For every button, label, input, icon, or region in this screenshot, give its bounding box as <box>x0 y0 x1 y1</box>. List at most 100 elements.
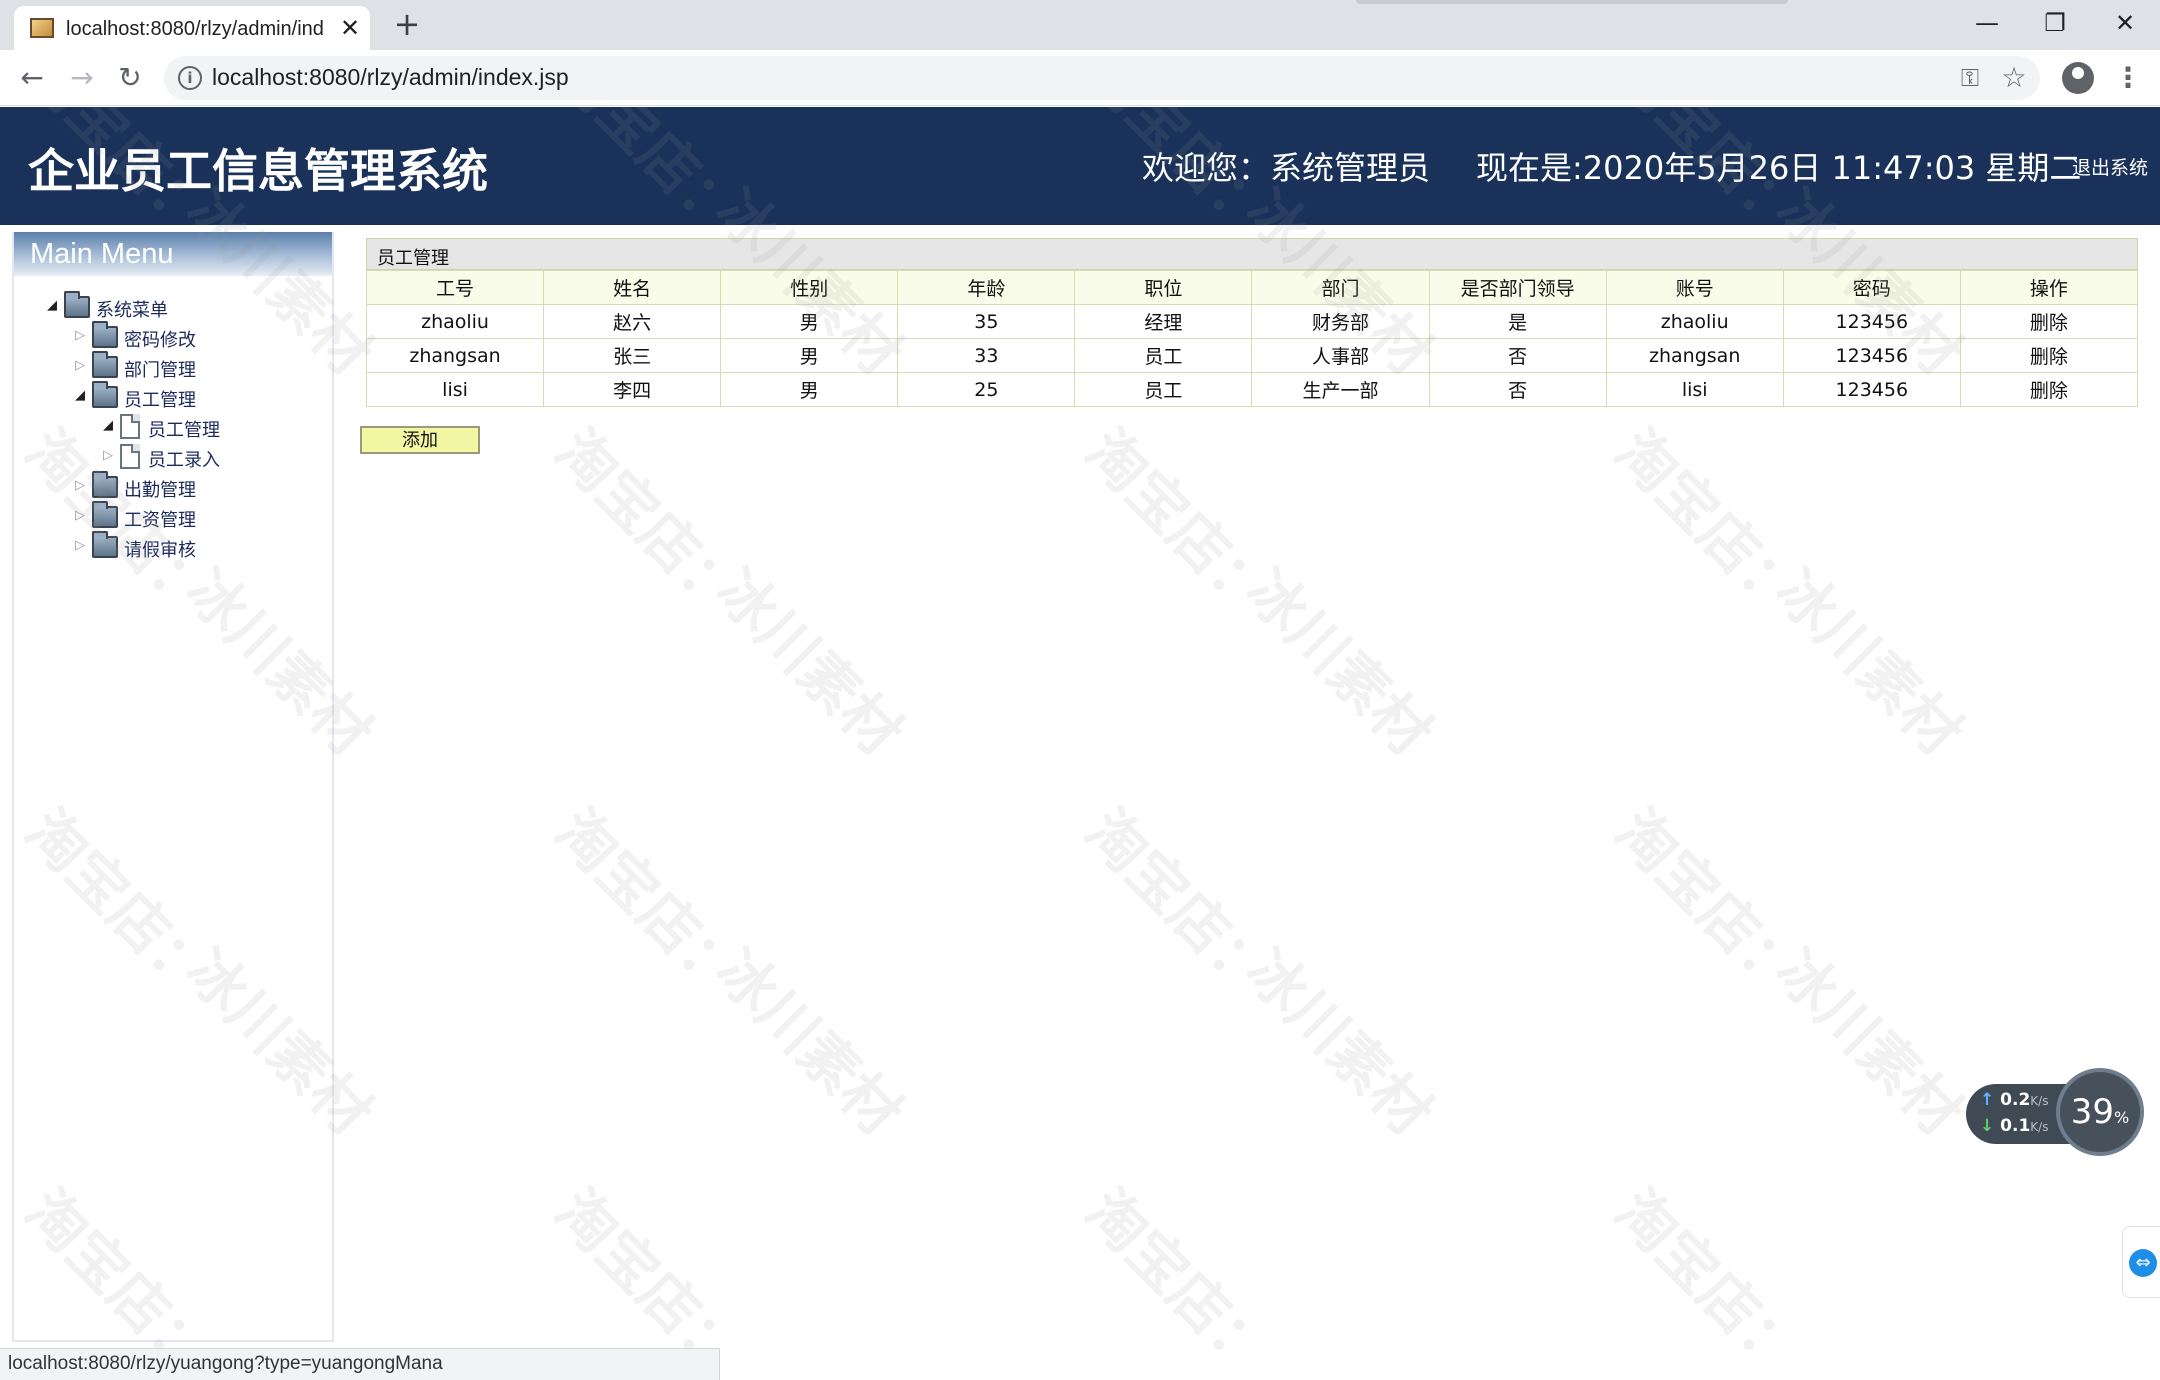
side-floating-widget[interactable]: ⇔ <box>2122 1226 2160 1298</box>
table-cell: 生产一部 <box>1251 372 1430 407</box>
menu-title: Main Menu <box>30 238 174 270</box>
collapse-arrow-icon[interactable]: ◢ <box>44 298 60 314</box>
watermark-text: 淘宝店： <box>542 416 755 629</box>
watermark-text: 淘宝店： <box>1602 1176 1815 1380</box>
table-cell: 男 <box>720 372 899 407</box>
table-cell: 33 <box>897 338 1076 373</box>
watermark-text: 淘宝店： <box>1602 796 1815 1009</box>
column-header: 职位 <box>1074 270 1253 305</box>
table-cell: 123456 <box>1782 304 1961 339</box>
tree-item-label: 请假审核 <box>124 540 196 561</box>
table-cell: zhaoliu <box>365 304 545 339</box>
table-row: zhangsan 张三 男 33 员工 人事部 否 zhangsan 12345… <box>365 338 2139 373</box>
table-cell: 人事部 <box>1251 338 1430 373</box>
remote-control-icon[interactable]: ⇔ <box>2129 1249 2157 1277</box>
column-header: 操作 <box>1959 270 2139 305</box>
browser-toolbar: ← → ↻ i localhost:8080/rlzy/admin/index.… <box>0 50 2160 106</box>
watermark-text: 淘宝店： <box>1072 1176 1285 1380</box>
browser-status-bar: localhost:8080/rlzy/yuangong?type=yuango… <box>0 1348 720 1380</box>
upload-arrow-icon: ↑ <box>1980 1090 1995 1110</box>
expand-arrow-icon[interactable]: ▷ <box>72 328 88 344</box>
forward-button[interactable]: → <box>62 58 102 98</box>
panel-title-bar: 员工管理 <box>366 238 2138 270</box>
expand-arrow-icon[interactable]: ▷ <box>72 508 88 524</box>
tab-strip-shade <box>1356 0 1788 4</box>
download-arrow-icon: ↓ <box>1980 1116 1995 1136</box>
address-bar[interactable]: i localhost:8080/rlzy/admin/index.jsp ⚿ … <box>164 56 2040 100</box>
reload-button[interactable]: ↻ <box>110 58 150 98</box>
tree-item-label: 密码修改 <box>124 330 196 351</box>
tree-item-label: 出勤管理 <box>124 480 196 501</box>
watermark-text: 淘宝店： <box>1072 416 1285 629</box>
new-tab-button[interactable]: + <box>390 8 424 42</box>
column-header: 密码 <box>1782 270 1961 305</box>
tree-item-label: 工资管理 <box>124 510 196 531</box>
watermark-text: 冰川素材 <box>1232 556 1445 769</box>
download-value: 0.1 <box>2000 1116 2031 1136</box>
cpu-usage-value: 39 <box>2070 1092 2115 1132</box>
table-cell: 赵六 <box>543 304 722 339</box>
percent-sign: % <box>2114 1108 2130 1127</box>
table-header-row: 工号 姓名 性别 年龄 职位 部门 是否部门领导 账号 密码 操作 <box>365 270 2139 305</box>
cpu-usage-gauge[interactable]: 39% <box>2056 1068 2144 1156</box>
expand-arrow-icon[interactable]: ▷ <box>72 358 88 374</box>
watermark-text: 淘宝店： <box>1072 796 1285 1009</box>
site-info-icon[interactable]: i <box>178 66 202 90</box>
column-header: 姓名 <box>543 270 722 305</box>
table-cell: 否 <box>1428 338 1607 373</box>
table-cell: 123456 <box>1782 338 1961 373</box>
table-cell: zhangsan <box>365 338 545 373</box>
expand-arrow-icon[interactable]: ▷ <box>72 538 88 554</box>
window-minimize-button[interactable]: — <box>1964 4 2010 42</box>
table-cell: 否 <box>1428 372 1607 407</box>
table-cell: zhaoliu <box>1605 304 1784 339</box>
logout-link[interactable]: 退出系统 <box>2072 153 2148 180</box>
employee-table: 工号 姓名 性别 年龄 职位 部门 是否部门领导 账号 密码 操作 zhaoli… <box>365 270 2139 407</box>
key-icon[interactable]: ⚿ <box>1956 64 1984 92</box>
panel-title: 员工管理 <box>377 248 449 269</box>
delete-link[interactable]: 删除 <box>1959 304 2139 339</box>
expand-arrow-icon[interactable]: ▷ <box>72 478 88 494</box>
status-url-text: localhost:8080/rlzy/yuangong?type=yuango… <box>8 1353 443 1374</box>
profile-avatar-icon[interactable] <box>2062 62 2094 94</box>
expand-arrow-icon[interactable]: ▷ <box>100 448 116 464</box>
table-cell: lisi <box>1605 372 1784 407</box>
table-cell: 李四 <box>543 372 722 407</box>
tree-item-label: 员工管理 <box>148 420 220 441</box>
window-close-button[interactable]: ✕ <box>2102 4 2148 42</box>
folder-icon <box>92 471 118 498</box>
back-button[interactable]: ← <box>12 58 52 98</box>
upload-speed: ↑ 0.2K/s <box>1980 1090 2048 1110</box>
bookmark-star-icon[interactable]: ☆ <box>1998 62 2030 94</box>
tab-title: localhost:8080/rlzy/admin/ind <box>66 18 324 40</box>
tab-close-icon[interactable]: ✕ <box>336 14 364 42</box>
download-speed: ↓ 0.1K/s <box>1980 1116 2048 1136</box>
page-icon <box>120 414 140 439</box>
table-row: lisi 李四 男 25 员工 生产一部 否 lisi 123456 删除 <box>365 372 2139 407</box>
menu-title-bar: Main Menu <box>14 232 332 276</box>
browser-tab[interactable]: localhost:8080/rlzy/admin/ind ✕ <box>14 6 370 50</box>
table-cell: 张三 <box>543 338 722 373</box>
welcome-text: 欢迎您：系统管理员 <box>1142 149 1431 187</box>
watermark-text: 淘宝店： <box>1602 416 1815 629</box>
delete-link[interactable]: 删除 <box>1959 338 2139 373</box>
collapse-arrow-icon[interactable]: ◢ <box>100 418 116 434</box>
column-header: 账号 <box>1605 270 1784 305</box>
column-header: 工号 <box>365 270 545 305</box>
browser-menu-icon[interactable]: ⋮ <box>2114 60 2142 96</box>
collapse-arrow-icon[interactable]: ◢ <box>72 388 88 404</box>
tree-root-label: 系统菜单 <box>96 300 168 321</box>
delete-link[interactable]: 删除 <box>1959 372 2139 407</box>
folder-icon <box>92 351 118 378</box>
table-cell: 员工 <box>1074 372 1253 407</box>
table-cell: 男 <box>720 338 899 373</box>
table-cell: 员工 <box>1074 338 1253 373</box>
table-cell: 经理 <box>1074 304 1253 339</box>
tree-item-label: 员工录入 <box>148 450 220 471</box>
page-icon <box>120 444 140 469</box>
speed-unit: K/s <box>2030 1094 2049 1108</box>
url-text[interactable]: localhost:8080/rlzy/admin/index.jsp <box>212 64 569 91</box>
watermark-text: 冰川素材 <box>1762 936 1975 1149</box>
window-restore-button[interactable]: ❐ <box>2032 4 2078 42</box>
add-button[interactable]: 添加 <box>360 426 480 454</box>
